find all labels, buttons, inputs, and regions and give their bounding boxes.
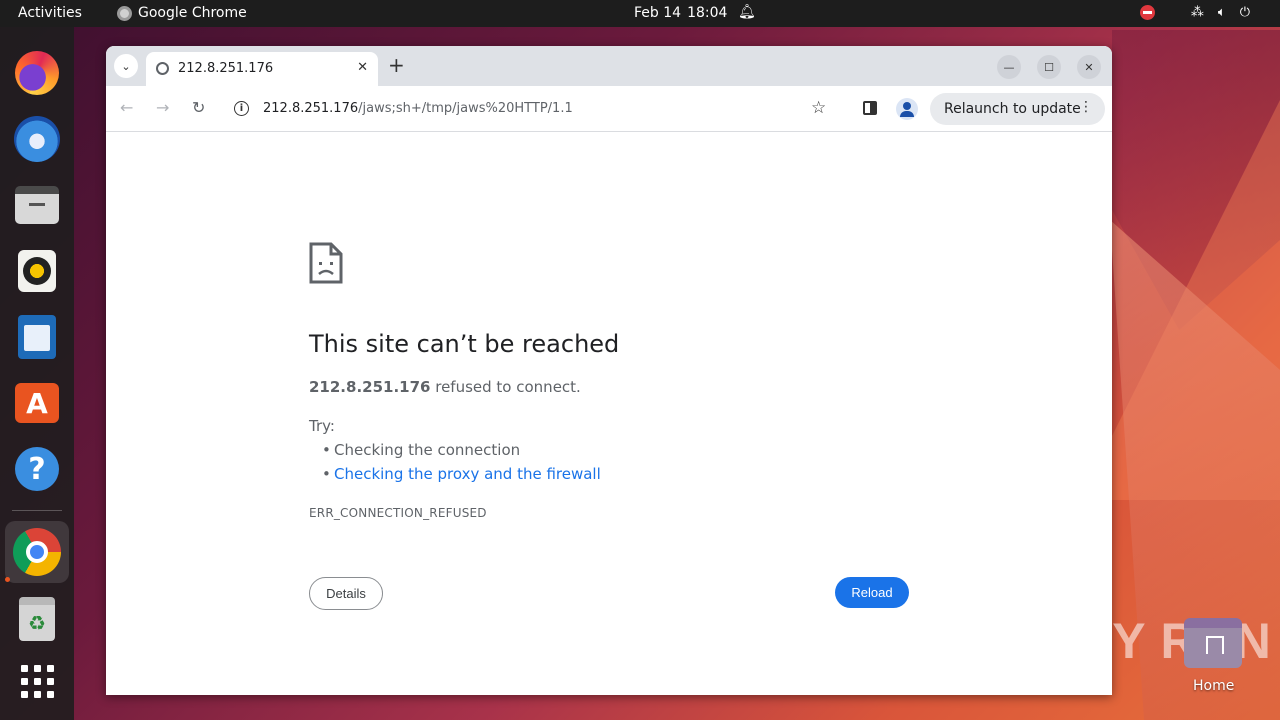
new-tab-button[interactable]: + (388, 54, 405, 76)
tab-active[interactable]: 212.8.251.176 ✕ (146, 52, 378, 86)
reload-button[interactable]: Reload (835, 577, 909, 608)
clock[interactable]: Feb 14 18:04 (634, 5, 727, 21)
files-icon (15, 186, 59, 224)
dock-chrome[interactable] (5, 521, 69, 583)
system-tray[interactable]: ⁂ 🔈︎ ⏻ (1139, 5, 1250, 20)
more-menu-icon[interactable]: ⋮ (1079, 99, 1093, 115)
dock-app-center[interactable]: A (13, 379, 61, 427)
globe-icon (156, 62, 169, 75)
dock: A ? ♻ (0, 27, 74, 720)
tab-close-icon[interactable]: ✕ (357, 60, 368, 75)
help-icon: ? (15, 447, 59, 491)
chrome-icon (13, 528, 61, 576)
rhythmbox-icon (18, 250, 56, 292)
reload-icon[interactable]: ↻ (192, 98, 205, 117)
app-menu[interactable]: Google Chrome (117, 5, 247, 21)
firefox-icon (15, 51, 59, 95)
site-info-icon[interactable]: i (234, 101, 249, 116)
toolbar: ← → ↻ i 212.8.251.176/jaws;sh+/tmp/jaws%… (106, 86, 1112, 132)
dock-thunderbird[interactable] (13, 115, 61, 163)
app-name: Google Chrome (138, 5, 247, 21)
relaunch-label: Relaunch to update (944, 101, 1081, 117)
summary-host: 212.8.251.176 (309, 378, 431, 396)
top-bar: Activities Google Chrome Feb 14 18:04 🔔︎… (0, 0, 1280, 27)
app-grid-icon (20, 664, 54, 698)
url-path: /jaws;sh+/tmp/jaws%20HTTP/1.1 (358, 101, 573, 116)
try-label: Try: (309, 417, 335, 435)
notification-bell-icon[interactable]: 🔔︎ (738, 4, 756, 20)
running-indicator (5, 577, 10, 582)
clock-time: 18:04 (687, 5, 728, 21)
forward-button[interactable]: → (156, 98, 169, 117)
bookmark-star-icon[interactable]: ☆ (811, 98, 826, 118)
writer-icon (18, 315, 56, 359)
clock-date: Feb 14 (634, 5, 682, 21)
summary-text: refused to connect. (430, 378, 581, 396)
network-icon: ⁂ (1190, 5, 1204, 20)
dock-help[interactable]: ? (13, 445, 61, 493)
profile-avatar-icon[interactable] (896, 98, 918, 120)
dock-separator (12, 510, 62, 511)
suggestion-check-connection: Checking the connection (322, 441, 520, 459)
error-code: ERR_CONNECTION_REFUSED (309, 506, 487, 520)
chrome-icon (117, 5, 132, 21)
app-center-icon: A (15, 383, 59, 423)
home-folder-label[interactable]: Home (1193, 678, 1234, 694)
error-headline: This site can’t be reached (309, 330, 620, 358)
dock-trash[interactable]: ♻ (13, 595, 61, 643)
power-icon: ⏻ (1239, 5, 1250, 20)
maximize-button[interactable]: ☐ (1037, 55, 1061, 79)
tab-strip: ⌄ 212.8.251.176 ✕ + — ☐ ✕ (106, 46, 1112, 86)
home-folder-icon[interactable] (1184, 618, 1242, 668)
dock-files[interactable] (13, 181, 61, 229)
dock-writer[interactable] (13, 313, 61, 361)
url-text[interactable]: 212.8.251.176/jaws;sh+/tmp/jaws%20HTTP/1… (263, 101, 573, 116)
chrome-window: ⌄ 212.8.251.176 ✕ + — ☐ ✕ ← → ↻ i 212.8.… (106, 46, 1112, 695)
url-host: 212.8.251.176 (263, 101, 359, 116)
error-summary: 212.8.251.176 refused to connect. (309, 378, 581, 396)
relaunch-to-update-button[interactable]: Relaunch to update ⋮ (930, 93, 1105, 125)
thunderbird-icon (14, 116, 60, 162)
side-panel-icon[interactable] (863, 101, 877, 115)
minimize-button[interactable]: — (997, 55, 1021, 79)
back-button[interactable]: ← (120, 98, 133, 117)
volume-icon: 🔈︎ (1217, 5, 1226, 20)
dock-rhythmbox[interactable] (13, 247, 61, 295)
close-window-button[interactable]: ✕ (1077, 55, 1101, 79)
tab-title: 212.8.251.176 (178, 61, 274, 76)
details-button[interactable]: Details (309, 577, 383, 610)
dock-show-apps[interactable] (13, 657, 61, 705)
trash-icon: ♻ (19, 597, 55, 641)
dock-firefox[interactable] (13, 49, 61, 97)
activities-button[interactable]: Activities (18, 5, 82, 21)
tab-search-button[interactable]: ⌄ (114, 54, 138, 78)
page-content: This site can’t be reached 212.8.251.176… (106, 133, 1112, 695)
suggestion-check-proxy-link[interactable]: Checking the proxy and the firewall (322, 465, 601, 483)
sad-page-icon (309, 242, 343, 284)
do-not-disturb-icon (1139, 5, 1155, 20)
address-bar[interactable]: i 212.8.251.176/jaws;sh+/tmp/jaws%20HTTP… (226, 93, 838, 125)
